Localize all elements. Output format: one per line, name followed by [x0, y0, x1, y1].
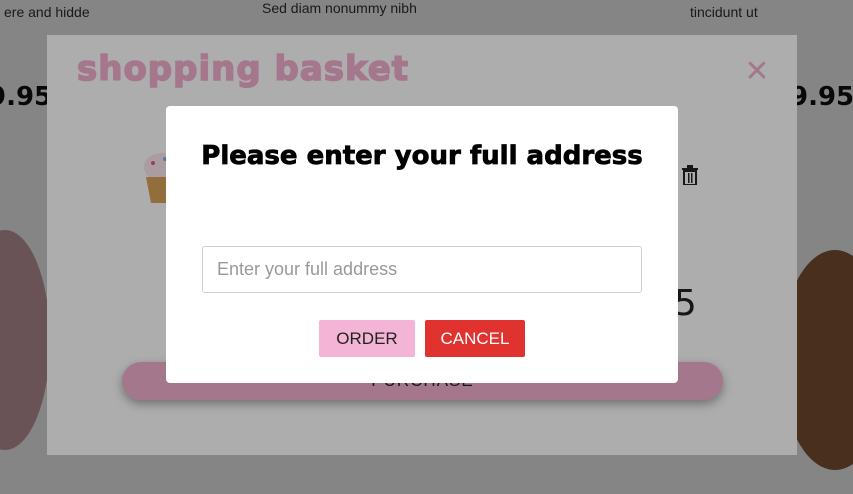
- dialog-title: Please enter your full address: [201, 141, 643, 172]
- cancel-button[interactable]: CANCEL: [425, 320, 525, 357]
- address-input[interactable]: [202, 246, 642, 293]
- address-dialog: Please enter your full address ORDER CAN…: [166, 106, 678, 383]
- order-button[interactable]: ORDER: [319, 320, 415, 357]
